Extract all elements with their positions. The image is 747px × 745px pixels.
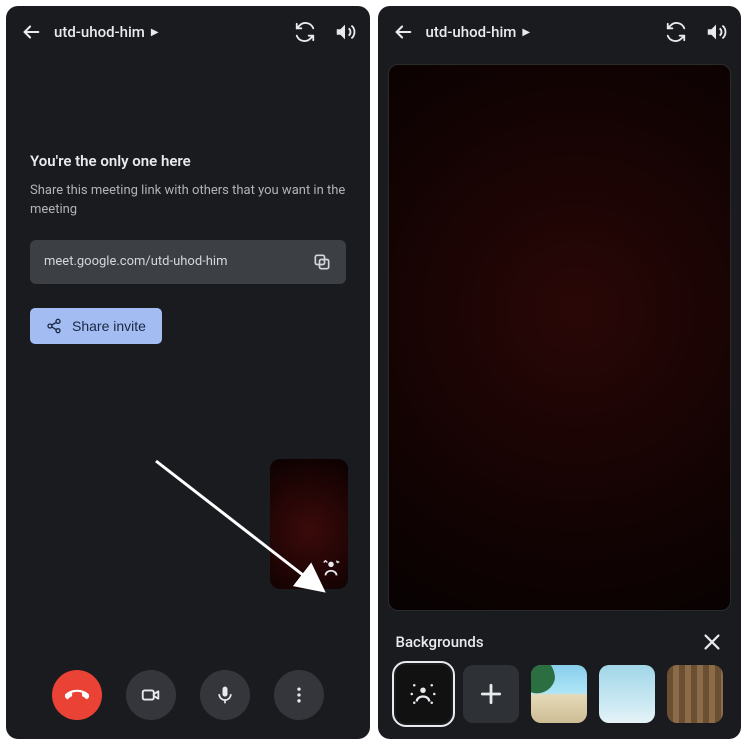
background-option-sky[interactable] <box>599 665 655 723</box>
blur-icon <box>408 679 438 709</box>
call-controls <box>6 651 370 739</box>
backgrounds-panel: Backgrounds <box>378 621 742 739</box>
meeting-id-text: utd-uhod-him <box>426 23 517 41</box>
share-icon <box>46 318 62 334</box>
top-bar: utd-uhod-him ▶ <box>378 6 742 58</box>
meeting-screen-right: utd-uhod-him ▶ Backgrounds <box>378 6 742 739</box>
camera-toggle-button[interactable] <box>126 670 176 720</box>
copy-link-button[interactable] <box>312 252 332 272</box>
share-invite-button[interactable]: Share invite <box>30 308 162 344</box>
back-button[interactable] <box>20 21 42 43</box>
self-view[interactable] <box>270 459 348 589</box>
main-video-area[interactable] <box>388 64 732 611</box>
meeting-id-text: utd-uhod-him <box>54 23 145 41</box>
meeting-link-text: meet.google.com/utd-uhod-him <box>44 254 228 269</box>
meeting-screen-left: utd-uhod-him ▶ You're the only one here … <box>6 6 370 739</box>
mic-toggle-button[interactable] <box>200 670 250 720</box>
top-icons <box>665 21 727 43</box>
backgrounds-header: Backgrounds <box>396 631 724 653</box>
chevron-right-icon: ▶ <box>151 27 159 38</box>
close-panel-button[interactable] <box>701 631 723 653</box>
top-bar: utd-uhod-him ▶ <box>6 6 370 58</box>
speaker-icon[interactable] <box>705 21 727 43</box>
switch-camera-icon[interactable] <box>294 21 316 43</box>
switch-camera-icon[interactable] <box>665 21 687 43</box>
sub-text: Share this meeting link with others that… <box>30 182 346 220</box>
background-option-blur[interactable] <box>396 665 452 723</box>
more-options-button[interactable] <box>274 670 324 720</box>
backgrounds-title: Backgrounds <box>396 633 484 651</box>
meeting-link-row: meet.google.com/utd-uhod-him <box>30 240 346 284</box>
back-button[interactable] <box>392 21 414 43</box>
only-one-title: You're the only one here <box>30 152 346 170</box>
meeting-id[interactable]: utd-uhod-him ▶ <box>426 23 654 41</box>
share-invite-label: Share invite <box>72 318 146 334</box>
chevron-right-icon: ▶ <box>522 27 530 38</box>
background-option-beach[interactable] <box>531 665 587 723</box>
top-icons <box>294 21 356 43</box>
background-option-bookshelf[interactable] <box>667 665 723 723</box>
speaker-icon[interactable] <box>334 21 356 43</box>
background-options <box>396 665 724 723</box>
meeting-id[interactable]: utd-uhod-him ▶ <box>54 23 282 41</box>
background-option-add[interactable] <box>463 665 519 723</box>
info-block: You're the only one here Share this meet… <box>6 128 370 344</box>
hangup-button[interactable] <box>52 670 102 720</box>
plus-icon <box>478 681 504 707</box>
effects-icon[interactable] <box>320 557 342 583</box>
